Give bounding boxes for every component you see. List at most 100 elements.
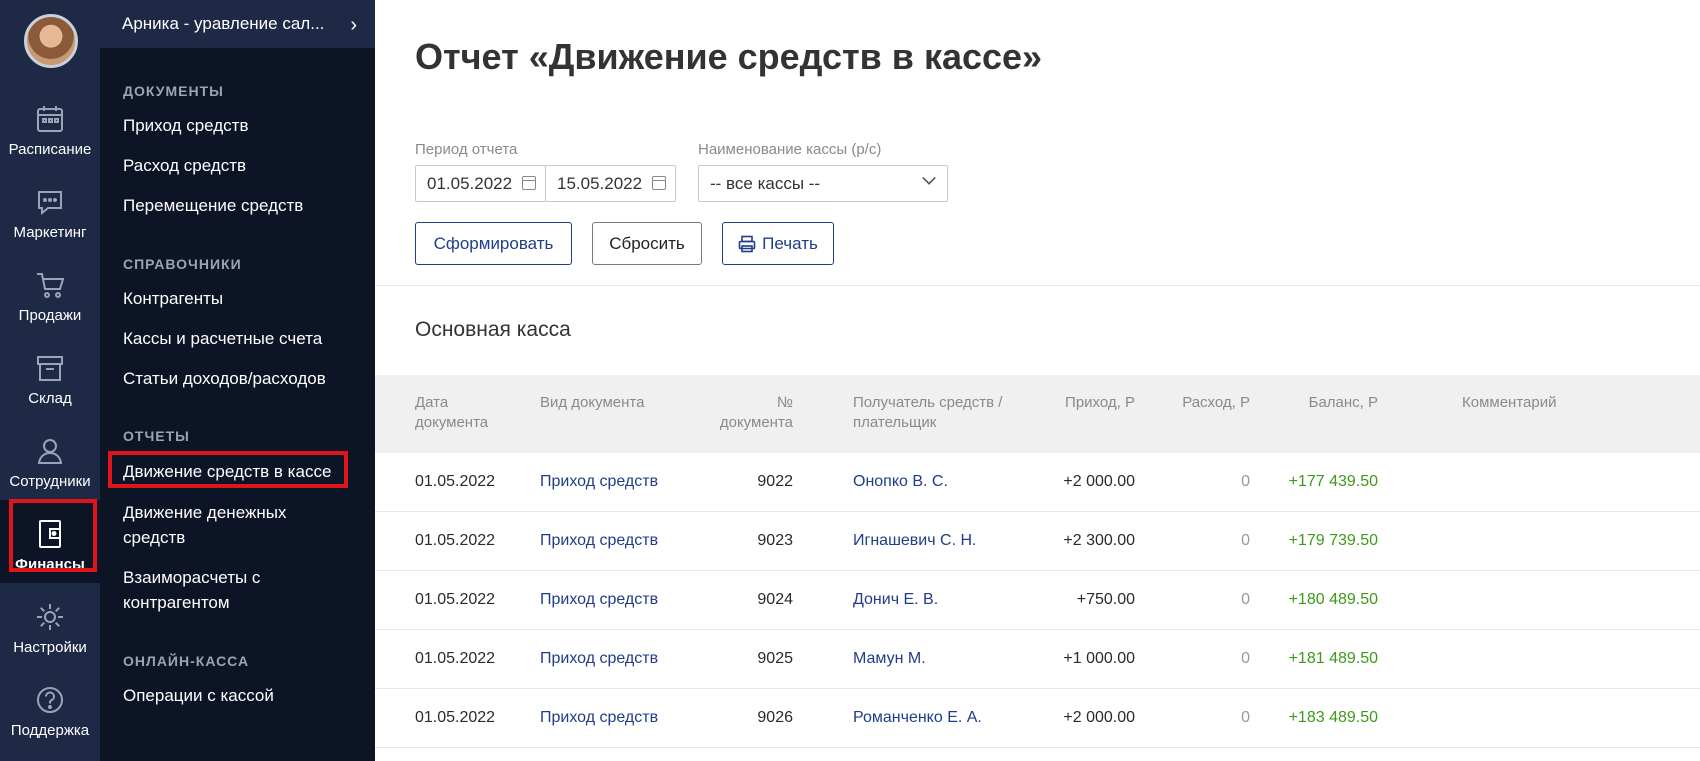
org-switcher[interactable]: Арника - уравление сал... › <box>100 0 375 48</box>
cell-payer-link[interactable]: Романченко Е. А. <box>853 709 982 727</box>
section-divider <box>375 285 1700 286</box>
user-avatar[interactable] <box>24 14 78 68</box>
calendar-icon <box>34 103 66 135</box>
cell-doc-type-link[interactable]: Приход средств <box>540 709 658 727</box>
icon-rail: Расписание Маркетинг Продажи Склад Сотру… <box>0 0 100 761</box>
date-to-input[interactable]: 15.05.2022 <box>545 165 676 202</box>
menu-income[interactable]: Приход средств <box>100 113 248 138</box>
table-row: 01.05.2022 Приход средств 9023 Игнашевич… <box>375 512 1700 571</box>
print-button-label: Печать <box>762 233 818 253</box>
header-payer: Получатель средств / плательщик <box>853 394 1003 431</box>
cell-income: +2 300.00 <box>1063 532 1135 549</box>
cell-date: 01.05.2022 <box>415 473 496 490</box>
header-expense: Расход, Р <box>1182 394 1250 411</box>
menu-cash-accounts[interactable]: Кассы и расчетные счета <box>100 326 322 351</box>
table-row: 01.05.2022 Приход средств 9022 Онопко В.… <box>375 453 1700 512</box>
menu-income-expense-items[interactable]: Статьи доходов/расходов <box>100 366 326 391</box>
cell-balance: +181 489.50 <box>1288 650 1378 667</box>
header-doc-type: Вид документа <box>540 394 645 411</box>
cell-balance: +180 489.50 <box>1288 591 1378 608</box>
cell-doc-number: 9026 <box>757 709 793 726</box>
section-documents: ДОКУМЕНТЫ <box>123 83 224 99</box>
header-income: Приход, Р <box>1065 394 1135 411</box>
generate-button-label: Сформировать <box>433 233 554 253</box>
cell-payer-link[interactable]: Донич Е. В. <box>853 591 938 609</box>
table-header: Дата документа Вид документа № документа П… <box>375 375 1700 453</box>
printer-icon <box>738 235 756 253</box>
cell-expense: 0 <box>1241 473 1250 490</box>
cell-income: +1 000.00 <box>1063 650 1135 667</box>
chat-icon <box>34 186 66 218</box>
menu-expense[interactable]: Расход средств <box>100 153 246 178</box>
date-from-input[interactable]: 01.05.2022 <box>415 165 546 202</box>
menu-settlements-report[interactable]: Взаиморасчеты с контрагентом <box>100 565 300 615</box>
generate-button[interactable]: Сформировать <box>415 222 572 265</box>
cell-balance: +179 739.50 <box>1288 532 1378 549</box>
user-icon <box>34 435 66 467</box>
section-online-cash: ОНЛАЙН-КАССА <box>123 653 250 669</box>
cash-section-title: Основная касса <box>415 318 571 341</box>
menu-cash-operations[interactable]: Операции с кассой <box>100 683 274 708</box>
reset-button-label: Сбросить <box>609 233 685 253</box>
nav-staff[interactable]: Сотрудники <box>0 417 100 500</box>
cell-doc-number: 9022 <box>757 473 793 490</box>
nav-schedule[interactable]: Расписание <box>0 85 100 168</box>
main-content: Отчет «Движение средств в кассе» Период … <box>375 0 1700 761</box>
nav-marketing[interactable]: Маркетинг <box>0 168 100 251</box>
chevron-right-icon: › <box>350 14 357 36</box>
date-to-value: 15.05.2022 <box>557 173 643 193</box>
nav-settings-label: Настройки <box>13 639 87 656</box>
nav-warehouse-label: Склад <box>28 390 72 407</box>
cell-balance: +183 489.50 <box>1288 709 1378 726</box>
nav-support[interactable]: Поддержка <box>0 666 100 749</box>
org-name: Арника - уравление сал... <box>122 14 325 33</box>
table-row: 01.05.2022 Приход средств 9026 Романченк… <box>375 689 1700 748</box>
cell-doc-number: 9025 <box>757 650 793 667</box>
nav-settings[interactable]: Настройки <box>0 583 100 666</box>
period-label: Период отчета <box>415 141 518 158</box>
nav-staff-label: Сотрудники <box>9 473 91 490</box>
cell-doc-number: 9024 <box>757 591 793 608</box>
cell-date: 01.05.2022 <box>415 709 496 726</box>
cell-doc-number: 9023 <box>757 532 793 549</box>
nav-sales-label: Продажи <box>18 307 82 324</box>
page-title: Отчет «Движение средств в кассе» <box>415 36 1043 77</box>
nav-support-label: Поддержка <box>10 722 90 739</box>
calendar-icon[interactable] <box>652 176 666 190</box>
report-highlight-frame <box>108 451 348 488</box>
nav-sales[interactable]: Продажи <box>0 251 100 334</box>
cell-doc-type-link[interactable]: Приход средств <box>540 650 658 668</box>
date-from-value: 01.05.2022 <box>427 173 513 193</box>
nav-warehouse[interactable]: Склад <box>0 334 100 417</box>
cash-register-label: Наименование кассы (р/с) <box>698 141 882 158</box>
help-icon <box>34 684 66 716</box>
cell-payer-link[interactable]: Онопко В. С. <box>853 473 948 491</box>
cash-register-select[interactable]: -- все кассы -- <box>698 165 948 202</box>
menu-money-flow-report[interactable]: Движение денежных средств <box>100 500 310 550</box>
header-balance: Баланс, Р <box>1308 394 1378 411</box>
cell-date: 01.05.2022 <box>415 591 496 608</box>
cell-payer-link[interactable]: Мамун М. <box>853 650 926 668</box>
print-button[interactable]: Печать <box>722 222 834 265</box>
cell-doc-type-link[interactable]: Приход средств <box>540 473 658 491</box>
cell-doc-type-link[interactable]: Приход средств <box>540 591 658 609</box>
reset-button[interactable]: Сбросить <box>592 222 702 265</box>
calendar-icon[interactable] <box>522 176 536 190</box>
section-references: СПРАВОЧНИКИ <box>123 256 242 272</box>
cash-register-value: -- все кассы -- <box>710 173 821 193</box>
header-date: Дата документа <box>415 394 489 431</box>
cell-income: +2 000.00 <box>1063 709 1135 726</box>
cell-expense: 0 <box>1241 532 1250 549</box>
cell-payer-link[interactable]: Игнашевич С. Н. <box>853 532 976 550</box>
cell-income: +2 000.00 <box>1063 473 1135 490</box>
cell-doc-type-link[interactable]: Приход средств <box>540 532 658 550</box>
menu-transfer[interactable]: Перемещение средств <box>100 193 303 218</box>
cell-income: +750.00 <box>1076 591 1135 608</box>
nav-schedule-label: Расписание <box>8 141 92 158</box>
cart-icon <box>34 269 66 301</box>
chevron-down-icon <box>922 171 936 185</box>
gear-icon <box>34 601 66 633</box>
header-doc-number: № документа <box>719 394 793 431</box>
menu-counterparties[interactable]: Контрагенты <box>100 286 223 311</box>
header-comment: Комментарий <box>1462 394 1557 411</box>
